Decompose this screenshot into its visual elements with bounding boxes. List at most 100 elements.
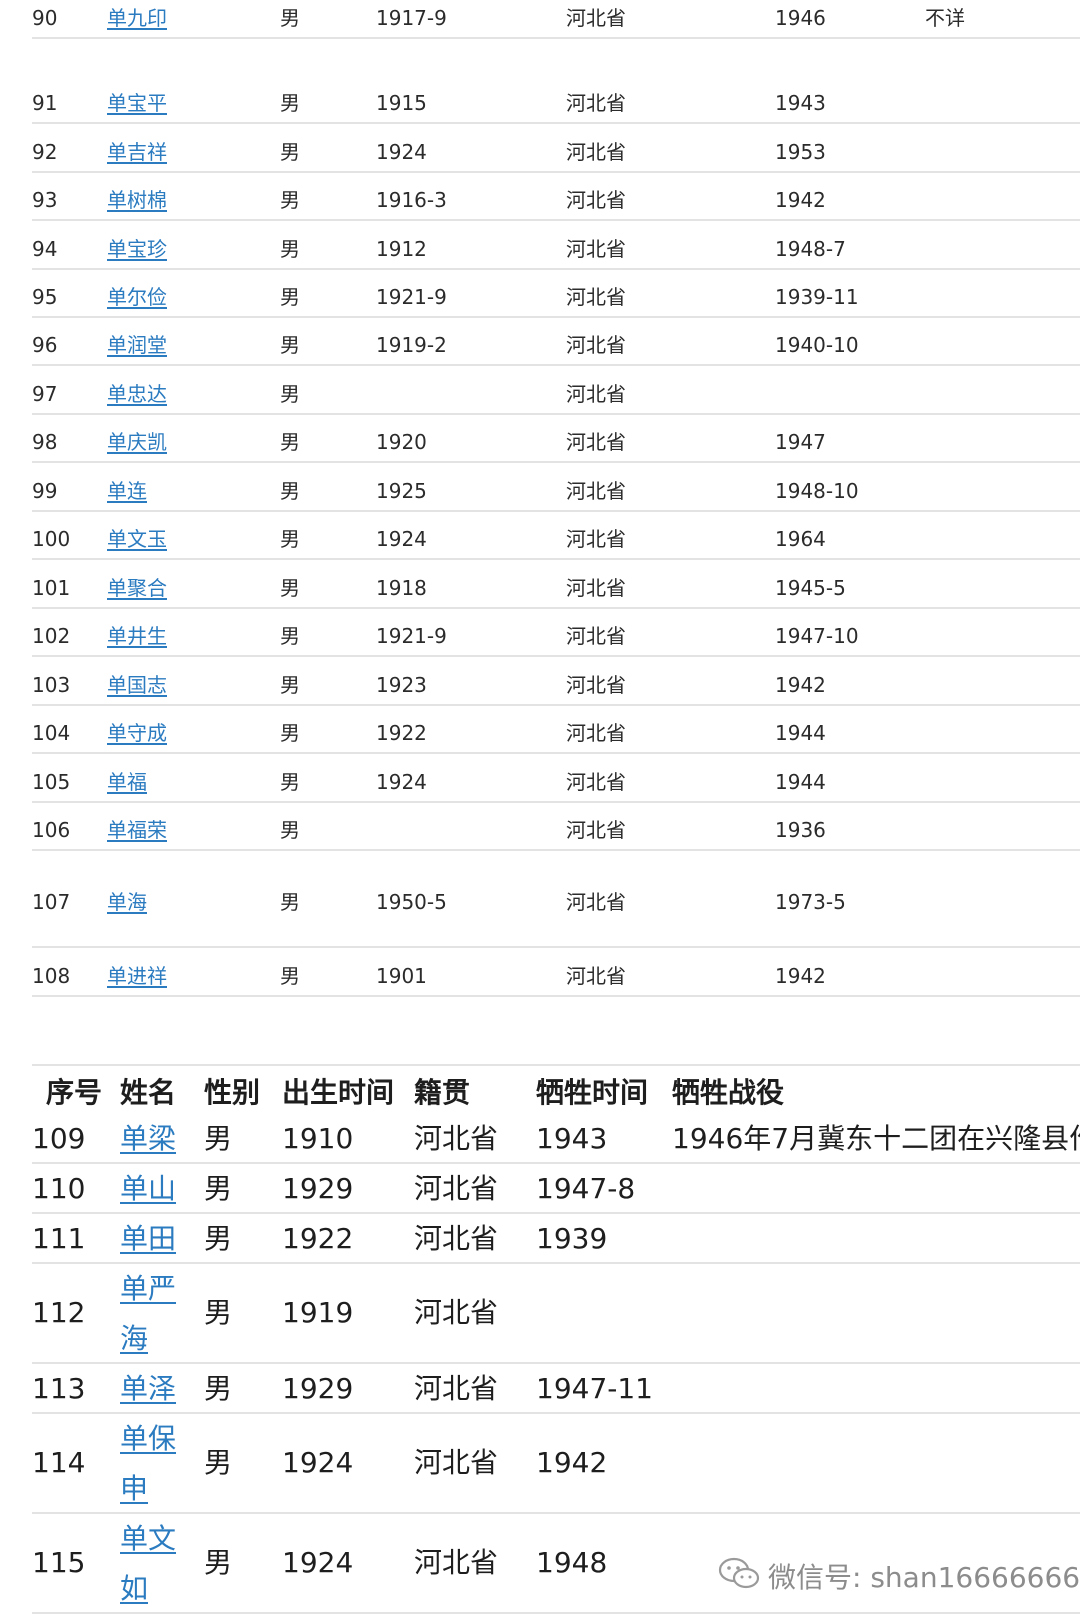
table-row: 113 单泽 男 1929 河北省 1947-11	[32, 1364, 1080, 1414]
person-name-link[interactable]: 单福荣	[107, 816, 167, 844]
death-date-cell: 1948	[536, 1546, 608, 1579]
row-number: 103	[32, 673, 71, 697]
gender-cell: 男	[280, 91, 300, 115]
origin-cell: 河北省	[566, 188, 626, 212]
person-name-link[interactable]: 单文玉	[107, 525, 167, 553]
table-row: 96 单润堂 男 1919-2 河北省 1940-10	[32, 331, 1080, 366]
person-name-link[interactable]: 单连	[107, 477, 147, 505]
origin-cell: 河北省	[566, 430, 626, 454]
table-row: 106 单福荣 男 河北省 1936	[32, 816, 1080, 851]
person-name-link[interactable]: 单国志	[107, 671, 167, 699]
death-date-cell: 1940-10	[775, 333, 859, 357]
battle-cell: 1946年7月冀东十二团在兴隆县作	[672, 1122, 1080, 1155]
origin-cell: 河北省	[566, 91, 626, 115]
person-name-link[interactable]: 单海	[107, 888, 147, 916]
person-name-link[interactable]: 单保申	[120, 1414, 180, 1514]
gender-cell: 男	[204, 1296, 233, 1329]
wechat-watermark: 微信号: shan16666666	[718, 1556, 1080, 1596]
death-date-cell: 1948-10	[775, 479, 859, 503]
row-number: 106	[32, 818, 71, 842]
death-date-cell: 1947	[775, 430, 826, 454]
table-row: 99 单连 男 1925 河北省 1948-10	[32, 477, 1080, 512]
table-header: 序号 姓名 性别 出生时间 籍贯 牺牲时间 牺牲战役	[32, 1064, 1080, 1114]
gender-cell: 男	[280, 6, 300, 30]
birth-date-cell: 1929	[282, 1372, 354, 1405]
person-name-link[interactable]: 单忠达	[107, 380, 167, 408]
origin-cell: 河北省	[414, 1172, 499, 1205]
person-name-link[interactable]: 单宝平	[107, 89, 167, 117]
wechat-icon	[718, 1557, 760, 1595]
person-name-link[interactable]: 单泽	[120, 1364, 180, 1414]
gender-cell: 男	[280, 964, 300, 988]
row-number: 107	[32, 890, 71, 914]
gender-cell: 男	[280, 721, 300, 745]
person-name-link[interactable]: 单进祥	[107, 962, 167, 990]
person-name-link[interactable]: 单文如	[120, 1514, 180, 1614]
origin-cell: 河北省	[414, 1372, 499, 1405]
person-name-link[interactable]: 单严海	[120, 1264, 180, 1364]
header-number: 序号	[46, 1076, 103, 1109]
person-name-link[interactable]: 单福	[107, 768, 147, 796]
row-number: 98	[32, 430, 58, 454]
birth-date-cell: 1950-5	[376, 890, 447, 914]
death-date-cell: 1943	[775, 91, 826, 115]
origin-cell: 河北省	[414, 1446, 499, 1479]
table-row: 97 单忠达 男 河北省	[32, 380, 1080, 415]
birth-date-cell: 1901	[376, 964, 427, 988]
table-row: 110 单山 男 1929 河北省 1947-8	[32, 1164, 1080, 1214]
birth-date-cell: 1919-2	[376, 333, 447, 357]
birth-date-cell: 1921-9	[376, 285, 447, 309]
row-number: 97	[32, 382, 58, 406]
person-name-link[interactable]: 单庆凯	[107, 428, 167, 456]
origin-cell: 河北省	[566, 624, 626, 648]
birth-date-cell: 1918	[376, 576, 427, 600]
row-number: 113	[32, 1372, 86, 1405]
person-name-link[interactable]: 单润堂	[107, 331, 167, 359]
death-date-cell: 1942	[775, 964, 826, 988]
death-date-cell: 1944	[775, 770, 826, 794]
table-row: 112 单严海 男 1919 河北省	[32, 1264, 1080, 1364]
gender-cell: 男	[280, 890, 300, 914]
table-row: 93 单树棉 男 1916-3 河北省 1942	[32, 186, 1080, 221]
origin-cell: 河北省	[566, 527, 626, 551]
person-name-link[interactable]: 单宝珍	[107, 235, 167, 263]
header-origin: 籍贯	[414, 1076, 471, 1109]
row-number: 99	[32, 479, 58, 503]
row-number: 102	[32, 624, 71, 648]
person-name-link[interactable]: 单聚合	[107, 574, 167, 602]
header-birth: 出生时间	[282, 1076, 395, 1109]
death-date-cell: 1947-11	[536, 1372, 653, 1405]
person-name-link[interactable]: 单吉祥	[107, 138, 167, 166]
gender-cell: 男	[280, 673, 300, 697]
birth-date-cell: 1921-9	[376, 624, 447, 648]
row-number: 110	[32, 1172, 86, 1205]
person-name-link[interactable]: 单梁	[120, 1114, 180, 1164]
row-number: 100	[32, 527, 71, 551]
person-name-link[interactable]: 单田	[120, 1214, 180, 1264]
origin-cell: 河北省	[566, 333, 626, 357]
table-row: 98 单庆凯 男 1920 河北省 1947	[32, 428, 1080, 463]
table-row: 94 单宝珍 男 1912 河北省 1948-7	[32, 235, 1080, 270]
death-date-cell: 1939-11	[775, 285, 859, 309]
origin-cell: 河北省	[566, 576, 626, 600]
gender-cell: 男	[204, 1446, 233, 1479]
person-name-link[interactable]: 单树棉	[107, 186, 167, 214]
person-name-link[interactable]: 单守成	[107, 719, 167, 747]
person-name-link[interactable]: 单尔俭	[107, 283, 167, 311]
row-number: 101	[32, 576, 71, 600]
table-row: 114 单保申 男 1924 河北省 1942	[32, 1414, 1080, 1514]
person-name-link[interactable]: 单山	[120, 1164, 180, 1214]
gender-cell: 男	[280, 333, 300, 357]
gender-cell: 男	[280, 818, 300, 842]
person-name-link[interactable]: 单九印	[107, 4, 167, 32]
birth-date-cell: 1924	[376, 770, 427, 794]
row-number: 108	[32, 964, 71, 988]
row-number: 90	[32, 6, 58, 30]
person-name-link[interactable]: 单井生	[107, 622, 167, 650]
origin-cell: 河北省	[414, 1122, 499, 1155]
gender-cell: 男	[280, 285, 300, 309]
gender-cell: 男	[280, 382, 300, 406]
table-row: 91 单宝平 男 1915 河北省 1943	[32, 89, 1080, 124]
death-date-cell: 1942	[775, 673, 826, 697]
birth-date-cell: 1923	[376, 673, 427, 697]
